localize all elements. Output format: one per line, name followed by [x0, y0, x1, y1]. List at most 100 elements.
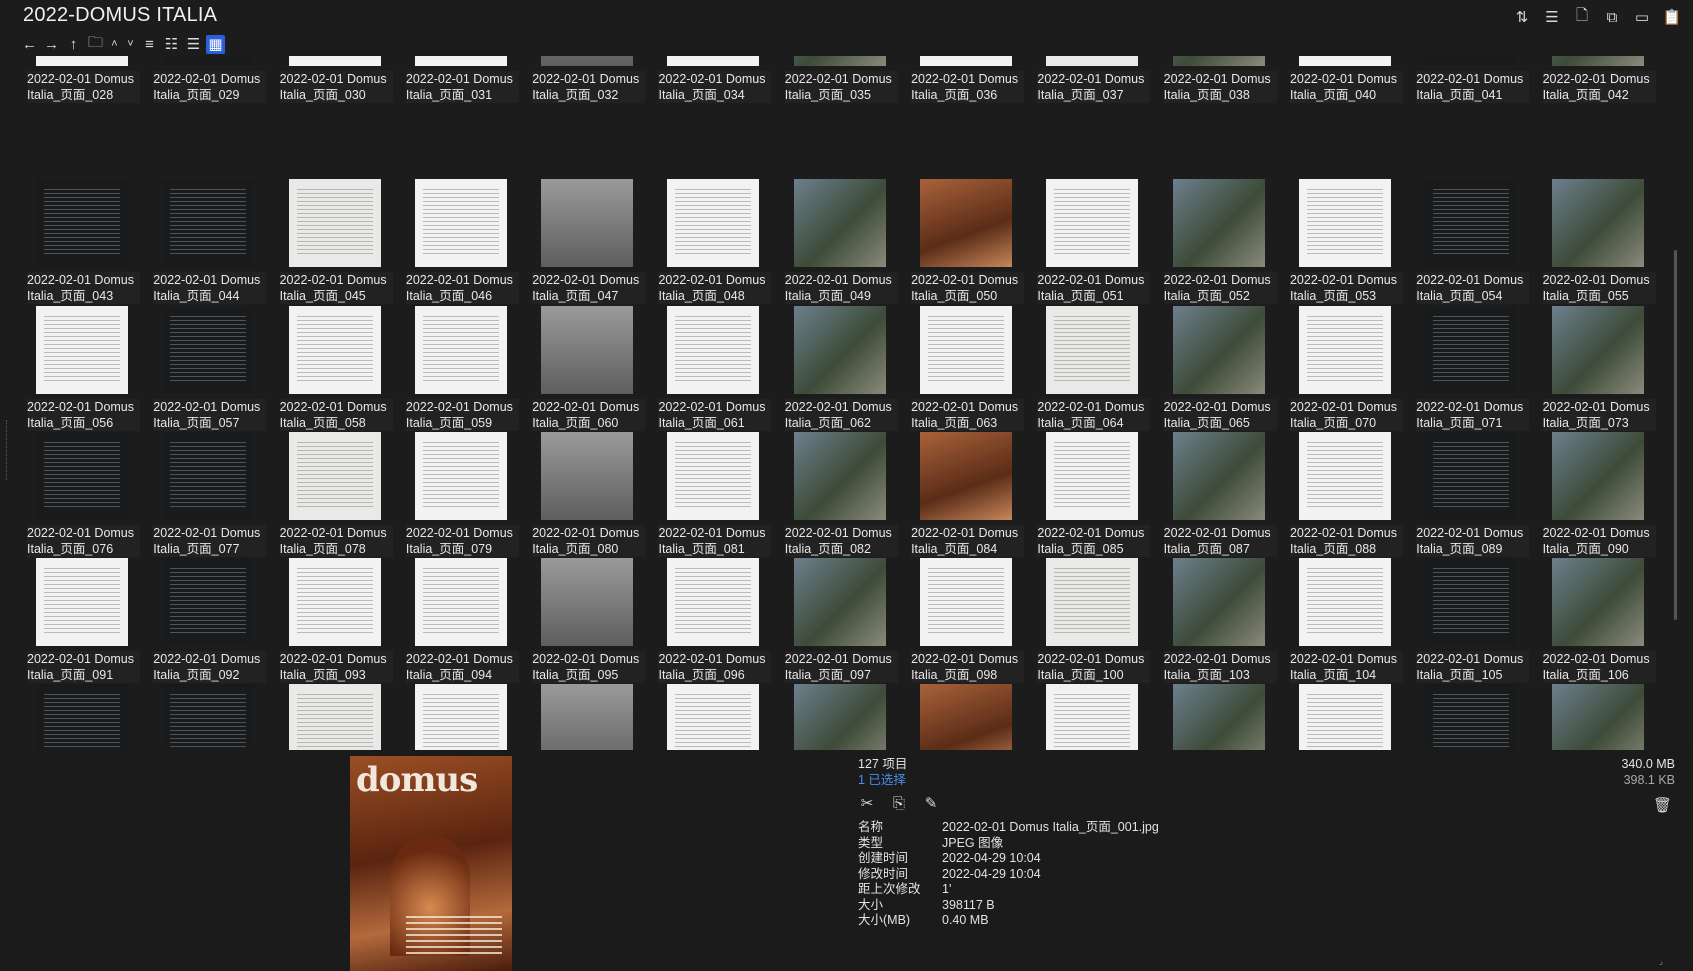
file-thumbnail[interactable]: 2022-02-01 Domus Italia_页面_037: [1024, 56, 1151, 179]
file-thumbnail[interactable]: 2022-02-01 Domus Italia_页面_060: [519, 305, 646, 432]
new-window-icon[interactable]: ⧉: [1603, 8, 1621, 26]
file-thumbnail[interactable]: 2022-02-01 Domus Italia_页面_071: [1403, 305, 1530, 432]
list-view-icon[interactable]: ☷: [162, 35, 181, 54]
file-thumbnail[interactable]: 2022-02-01 DomusItalia_页面_118: [1403, 684, 1529, 750]
clipboard-icon[interactable]: 📋: [1663, 8, 1682, 26]
file-thumbnail[interactable]: 2022-02-01 Domus Italia_页面_043: [14, 179, 140, 305]
file-thumbnail[interactable]: 2022-02-01 Domus Italia_页面_085: [1024, 431, 1151, 558]
selected-count[interactable]: 1 已选择: [858, 772, 907, 788]
tree-view-icon[interactable]: ☰: [184, 35, 203, 54]
file-thumbnail[interactable]: 2022-02-01 Domus Italia_页面_106: [1530, 558, 1656, 684]
sort-icon[interactable]: ⇅: [1513, 8, 1531, 26]
file-thumbnail[interactable]: 2022-02-01 Domus Italia_页面_029: [140, 56, 267, 179]
file-thumbnail[interactable]: 2022-02-01 DomusItalia_页面_119: [1530, 684, 1656, 750]
file-thumbnail[interactable]: 2022-02-01 DomusItalia_页面_116: [1151, 684, 1277, 750]
file-thumbnail[interactable]: 2022-02-01 Domus Italia_页面_045: [267, 179, 393, 305]
file-thumbnail[interactable]: 2022-02-01 Domus Italia_页面_089: [1403, 431, 1530, 558]
file-thumbnail[interactable]: 2022-02-01 Domus Italia_页面_079: [393, 431, 519, 558]
chevron-down-icon[interactable]: ˅: [124, 35, 137, 54]
file-thumbnail[interactable]: 2022-02-01 DomusItalia_页面_107: [14, 684, 140, 750]
file-thumbnail[interactable]: 2022-02-01 Domus Italia_页面_032: [519, 56, 646, 179]
delete-icon[interactable]: 🗑: [1653, 796, 1672, 814]
cut-icon[interactable]: ✂: [858, 794, 876, 812]
file-thumbnail[interactable]: 2022-02-01 DomusItalia_页面_108: [140, 684, 266, 750]
file-thumbnail[interactable]: 2022-02-01 Domus Italia_页面_047: [519, 179, 646, 305]
file-thumbnail[interactable]: 2022-02-01 Domus Italia_页面_034: [645, 56, 772, 179]
file-thumbnail[interactable]: 2022-02-01 Domus Italia_页面_040: [1277, 56, 1403, 179]
forward-arrow-icon[interactable]: →: [42, 35, 61, 54]
file-thumbnail[interactable]: 2022-02-01 Domus Italia_页面_049: [772, 179, 898, 305]
file-thumbnail[interactable]: 2022-02-01 Domus Italia_页面_096: [645, 558, 772, 684]
file-thumbnail[interactable]: 2022-02-01 Domus Italia_页面_031: [393, 56, 519, 179]
file-thumbnail[interactable]: 2022-02-01 Domus Italia_页面_088: [1277, 431, 1403, 558]
file-thumbnail[interactable]: 2022-02-01 Domus Italia_页面_092: [140, 558, 267, 684]
details-view-icon[interactable]: ≡: [140, 35, 159, 54]
file-thumbnail[interactable]: 2022-02-01 Domus Italia_页面_048: [645, 179, 772, 305]
file-thumbnail[interactable]: 2022-02-01 Domus Italia_页面_098: [898, 558, 1025, 684]
file-thumbnail[interactable]: 2022-02-01 Domus Italia_页面_058: [267, 305, 393, 432]
file-thumbnail[interactable]: 2022-02-01 Domus Italia_页面_084: [898, 431, 1025, 558]
file-thumbnail[interactable]: 2022-02-01 Domus Italia_页面_046: [393, 179, 519, 305]
file-thumbnail[interactable]: 2022-02-01 Domus Italia_页面_078: [267, 431, 393, 558]
file-thumbnail[interactable]: 2022-02-01 Domus Italia_页面_041: [1403, 56, 1530, 179]
file-thumbnail[interactable]: 2022-02-01 Domus Italia_页面_076: [14, 431, 140, 558]
file-thumbnail[interactable]: 2022-02-01 Domus Italia_页面_052: [1151, 179, 1277, 305]
file-thumbnail[interactable]: 2022-02-01 Domus Italia_页面_038: [1151, 56, 1277, 179]
file-thumbnail[interactable]: 2022-02-01 Domus Italia_页面_097: [772, 558, 898, 684]
file-thumbnail[interactable]: 2022-02-01 Domus Italia_页面_062: [772, 305, 898, 432]
file-thumbnail[interactable]: 2022-02-01 Domus Italia_页面_051: [1024, 179, 1151, 305]
file-thumbnail[interactable]: 2022-02-01 Domus Italia_页面_053: [1277, 179, 1403, 305]
file-thumbnail[interactable]: 2022-02-01 DomusItalia_页面_113: [772, 684, 898, 750]
file-thumbnail[interactable]: 2022-02-01 DomusItalia_页面_114: [898, 684, 1024, 750]
file-thumbnail[interactable]: 2022-02-01 Domus Italia_页面_104: [1277, 558, 1403, 684]
file-thumbnail[interactable]: 2022-02-01 Domus Italia_页面_044: [140, 179, 267, 305]
file-thumbnail[interactable]: 2022-02-01 Domus Italia_页面_055: [1530, 179, 1656, 305]
scrollbar-thumb[interactable]: [1674, 250, 1677, 620]
file-thumbnail[interactable]: 2022-02-01 DomusItalia_页面_109: [267, 684, 393, 750]
up-arrow-icon[interactable]: ↑: [64, 35, 83, 54]
file-thumbnail[interactable]: 2022-02-01 Domus Italia_页面_105: [1403, 558, 1530, 684]
file-thumbnail[interactable]: 2022-02-01 Domus Italia_页面_087: [1151, 431, 1277, 558]
file-thumbnail[interactable]: 2022-02-01 Domus Italia_页面_081: [645, 431, 772, 558]
file-thumbnail[interactable]: 2022-02-01 DomusItalia_页面_112: [645, 684, 771, 750]
file-thumbnail[interactable]: 2022-02-01 Domus Italia_页面_070: [1277, 305, 1403, 432]
file-thumbnail[interactable]: 2022-02-01 DomusItalia_页面_111: [519, 684, 645, 750]
file-thumbnail[interactable]: 2022-02-01 Domus Italia_页面_073: [1530, 305, 1656, 432]
file-thumbnail[interactable]: 2022-02-01 Domus Italia_页面_065: [1151, 305, 1277, 432]
file-thumbnail[interactable]: 2022-02-01 Domus Italia_页面_063: [898, 305, 1025, 432]
file-thumbnail[interactable]: 2022-02-01 Domus Italia_页面_056: [14, 305, 140, 432]
list-view-icon[interactable]: ☰: [1543, 8, 1561, 26]
file-thumbnail[interactable]: 2022-02-01 Domus Italia_页面_059: [393, 305, 519, 432]
file-thumbnail[interactable]: 2022-02-01 Domus Italia_页面_100: [1024, 558, 1151, 684]
file-thumbnail[interactable]: 2022-02-01 DomusItalia_页面_110: [393, 684, 519, 750]
file-thumbnail[interactable]: 2022-02-01 Domus Italia_页面_095: [519, 558, 646, 684]
rename-icon[interactable]: ✎: [922, 794, 940, 812]
file-thumbnail[interactable]: 2022-02-01 Domus Italia_页面_077: [140, 431, 267, 558]
file-thumbnail[interactable]: 2022-02-01 Domus Italia_页面_064: [1024, 305, 1151, 432]
resize-grip-icon[interactable]: ⌟: [1659, 956, 1663, 967]
file-thumbnail[interactable]: 2022-02-01 DomusItalia_页面_117: [1277, 684, 1403, 750]
file-thumbnail[interactable]: 2022-02-01 DomusItalia_页面_115: [1024, 684, 1150, 750]
pane-icon[interactable]: ▭: [1633, 8, 1651, 26]
new-file-icon[interactable]: 🗋: [1573, 7, 1591, 26]
file-thumbnail[interactable]: 2022-02-01 Domus Italia_页面_080: [519, 431, 646, 558]
grid-view-icon[interactable]: ▦: [206, 34, 225, 54]
copy-icon[interactable]: ⎘: [890, 794, 908, 812]
file-thumbnail[interactable]: 2022-02-01 Domus Italia_页面_091: [14, 558, 140, 684]
file-thumbnail[interactable]: 2022-02-01 Domus Italia_页面_082: [772, 431, 898, 558]
file-thumbnail[interactable]: 2022-02-01 Domus Italia_页面_036: [898, 56, 1025, 179]
file-thumbnail[interactable]: 2022-02-01 Domus Italia_页面_042: [1530, 56, 1656, 179]
file-thumbnail[interactable]: 2022-02-01 Domus Italia_页面_050: [898, 179, 1025, 305]
file-thumbnail[interactable]: 2022-02-01 Domus Italia_页面_061: [645, 305, 772, 432]
file-thumbnail[interactable]: 2022-02-01 Domus Italia_页面_094: [393, 558, 519, 684]
file-thumbnail[interactable]: 2022-02-01 Domus Italia_页面_054: [1403, 179, 1530, 305]
file-thumbnail[interactable]: 2022-02-01 Domus Italia_页面_030: [267, 56, 393, 179]
file-thumbnail[interactable]: 2022-02-01 Domus Italia_页面_035: [772, 56, 898, 179]
file-thumbnail[interactable]: 2022-02-01 Domus Italia_页面_093: [267, 558, 393, 684]
splitter-handle[interactable]: [6, 420, 11, 480]
folder-icon[interactable]: 🗀: [86, 34, 105, 54]
vertical-scrollbar[interactable]: [1674, 60, 1679, 750]
file-thumbnail[interactable]: 2022-02-01 Domus Italia_页面_057: [140, 305, 267, 432]
file-thumbnail[interactable]: 2022-02-01 Domus Italia_页面_103: [1151, 558, 1277, 684]
file-thumbnail[interactable]: 2022-02-01 Domus Italia_页面_090: [1530, 431, 1656, 558]
